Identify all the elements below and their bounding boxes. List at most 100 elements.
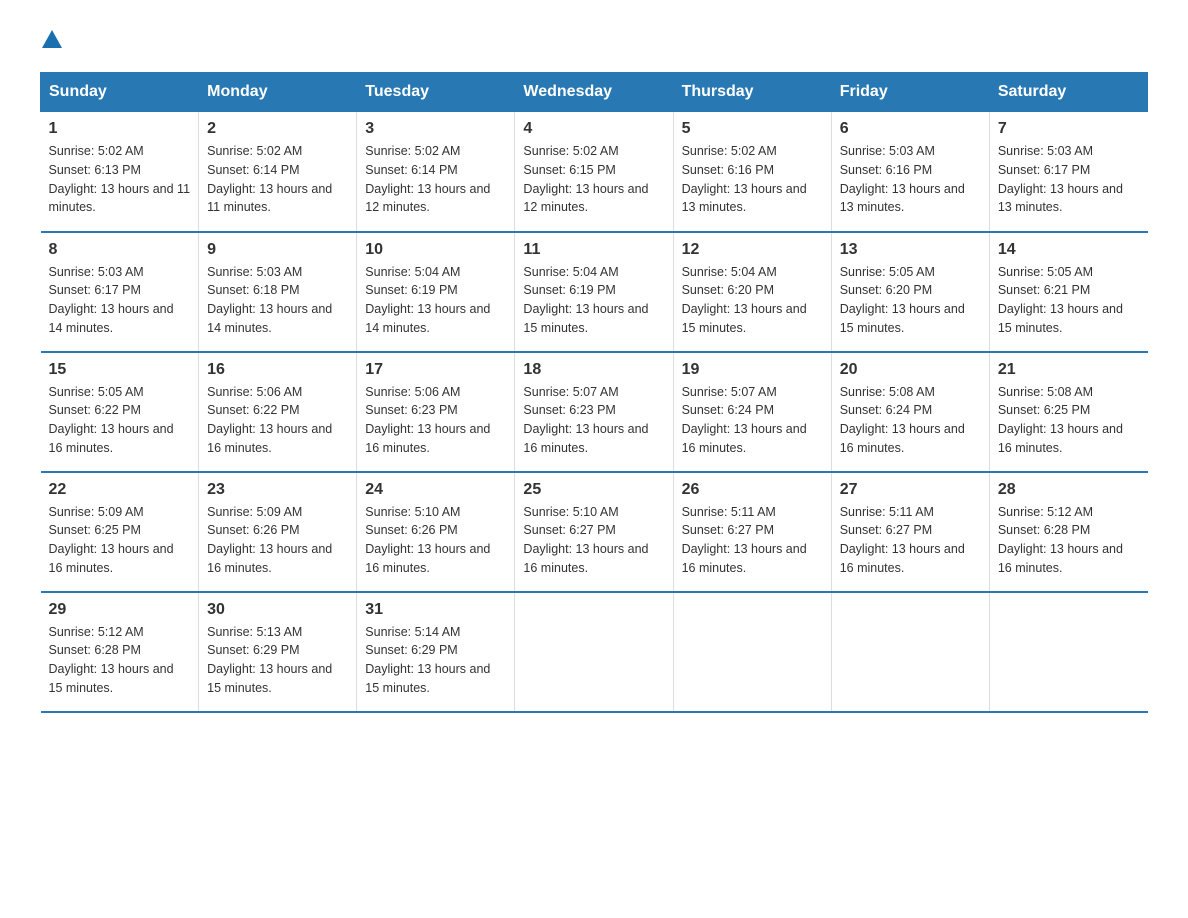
weekday-header-thursday: Thursday — [673, 73, 831, 112]
day-number: 14 — [998, 241, 1140, 259]
logo — [40, 30, 62, 52]
page-header — [40, 30, 1148, 52]
calendar-cell: 6 Sunrise: 5:03 AM Sunset: 6:16 PM Dayli… — [831, 112, 989, 232]
calendar-cell: 24 Sunrise: 5:10 AM Sunset: 6:26 PM Dayl… — [357, 472, 515, 592]
day-number: 30 — [207, 601, 348, 619]
calendar-cell: 28 Sunrise: 5:12 AM Sunset: 6:28 PM Dayl… — [989, 472, 1147, 592]
day-number: 8 — [49, 241, 191, 259]
day-number: 16 — [207, 361, 348, 379]
day-number: 28 — [998, 481, 1140, 499]
calendar-cell: 11 Sunrise: 5:04 AM Sunset: 6:19 PM Dayl… — [515, 232, 673, 352]
calendar-cell: 30 Sunrise: 5:13 AM Sunset: 6:29 PM Dayl… — [199, 592, 357, 712]
day-number: 3 — [365, 120, 506, 138]
calendar-cell: 25 Sunrise: 5:10 AM Sunset: 6:27 PM Dayl… — [515, 472, 673, 592]
day-info: Sunrise: 5:11 AM Sunset: 6:27 PM Dayligh… — [840, 503, 981, 578]
day-info: Sunrise: 5:02 AM Sunset: 6:16 PM Dayligh… — [682, 142, 823, 217]
day-number: 13 — [840, 241, 981, 259]
weekday-header-friday: Friday — [831, 73, 989, 112]
day-number: 12 — [682, 241, 823, 259]
calendar-cell: 5 Sunrise: 5:02 AM Sunset: 6:16 PM Dayli… — [673, 112, 831, 232]
calendar-cell — [831, 592, 989, 712]
calendar-cell: 7 Sunrise: 5:03 AM Sunset: 6:17 PM Dayli… — [989, 112, 1147, 232]
calendar-cell: 26 Sunrise: 5:11 AM Sunset: 6:27 PM Dayl… — [673, 472, 831, 592]
day-number: 25 — [523, 481, 664, 499]
day-info: Sunrise: 5:05 AM Sunset: 6:22 PM Dayligh… — [49, 383, 191, 458]
day-number: 26 — [682, 481, 823, 499]
day-info: Sunrise: 5:11 AM Sunset: 6:27 PM Dayligh… — [682, 503, 823, 578]
weekday-header-sunday: Sunday — [41, 73, 199, 112]
calendar-cell — [989, 592, 1147, 712]
day-info: Sunrise: 5:03 AM Sunset: 6:17 PM Dayligh… — [49, 263, 191, 338]
logo-triangle-icon — [42, 30, 62, 48]
day-info: Sunrise: 5:07 AM Sunset: 6:24 PM Dayligh… — [682, 383, 823, 458]
weekday-header-row: SundayMondayTuesdayWednesdayThursdayFrid… — [41, 73, 1148, 112]
day-number: 29 — [49, 601, 191, 619]
day-info: Sunrise: 5:08 AM Sunset: 6:24 PM Dayligh… — [840, 383, 981, 458]
calendar-cell: 18 Sunrise: 5:07 AM Sunset: 6:23 PM Dayl… — [515, 352, 673, 472]
day-info: Sunrise: 5:08 AM Sunset: 6:25 PM Dayligh… — [998, 383, 1140, 458]
calendar-week-5: 29 Sunrise: 5:12 AM Sunset: 6:28 PM Dayl… — [41, 592, 1148, 712]
day-number: 7 — [998, 120, 1140, 138]
day-info: Sunrise: 5:09 AM Sunset: 6:26 PM Dayligh… — [207, 503, 348, 578]
calendar-cell: 3 Sunrise: 5:02 AM Sunset: 6:14 PM Dayli… — [357, 112, 515, 232]
day-info: Sunrise: 5:02 AM Sunset: 6:13 PM Dayligh… — [49, 142, 191, 217]
day-info: Sunrise: 5:05 AM Sunset: 6:20 PM Dayligh… — [840, 263, 981, 338]
day-number: 22 — [49, 481, 191, 499]
calendar-week-2: 8 Sunrise: 5:03 AM Sunset: 6:17 PM Dayli… — [41, 232, 1148, 352]
day-info: Sunrise: 5:12 AM Sunset: 6:28 PM Dayligh… — [49, 623, 191, 698]
day-number: 24 — [365, 481, 506, 499]
day-number: 17 — [365, 361, 506, 379]
day-info: Sunrise: 5:04 AM Sunset: 6:20 PM Dayligh… — [682, 263, 823, 338]
calendar-cell: 12 Sunrise: 5:04 AM Sunset: 6:20 PM Dayl… — [673, 232, 831, 352]
calendar-cell: 31 Sunrise: 5:14 AM Sunset: 6:29 PM Dayl… — [357, 592, 515, 712]
day-info: Sunrise: 5:02 AM Sunset: 6:14 PM Dayligh… — [365, 142, 506, 217]
weekday-header-saturday: Saturday — [989, 73, 1147, 112]
day-info: Sunrise: 5:07 AM Sunset: 6:23 PM Dayligh… — [523, 383, 664, 458]
calendar-cell — [673, 592, 831, 712]
day-number: 9 — [207, 241, 348, 259]
day-info: Sunrise: 5:10 AM Sunset: 6:26 PM Dayligh… — [365, 503, 506, 578]
calendar-cell: 29 Sunrise: 5:12 AM Sunset: 6:28 PM Dayl… — [41, 592, 199, 712]
day-info: Sunrise: 5:02 AM Sunset: 6:15 PM Dayligh… — [523, 142, 664, 217]
calendar-cell: 4 Sunrise: 5:02 AM Sunset: 6:15 PM Dayli… — [515, 112, 673, 232]
day-info: Sunrise: 5:03 AM Sunset: 6:17 PM Dayligh… — [998, 142, 1140, 217]
day-number: 10 — [365, 241, 506, 259]
day-number: 1 — [49, 120, 191, 138]
calendar-week-4: 22 Sunrise: 5:09 AM Sunset: 6:25 PM Dayl… — [41, 472, 1148, 592]
day-number: 31 — [365, 601, 506, 619]
calendar-table: SundayMondayTuesdayWednesdayThursdayFrid… — [40, 72, 1148, 713]
weekday-header-wednesday: Wednesday — [515, 73, 673, 112]
day-info: Sunrise: 5:02 AM Sunset: 6:14 PM Dayligh… — [207, 142, 348, 217]
day-number: 6 — [840, 120, 981, 138]
calendar-cell: 21 Sunrise: 5:08 AM Sunset: 6:25 PM Dayl… — [989, 352, 1147, 472]
weekday-header-tuesday: Tuesday — [357, 73, 515, 112]
day-info: Sunrise: 5:05 AM Sunset: 6:21 PM Dayligh… — [998, 263, 1140, 338]
calendar-cell: 10 Sunrise: 5:04 AM Sunset: 6:19 PM Dayl… — [357, 232, 515, 352]
calendar-cell: 17 Sunrise: 5:06 AM Sunset: 6:23 PM Dayl… — [357, 352, 515, 472]
calendar-cell: 27 Sunrise: 5:11 AM Sunset: 6:27 PM Dayl… — [831, 472, 989, 592]
day-info: Sunrise: 5:12 AM Sunset: 6:28 PM Dayligh… — [998, 503, 1140, 578]
calendar-cell: 9 Sunrise: 5:03 AM Sunset: 6:18 PM Dayli… — [199, 232, 357, 352]
day-info: Sunrise: 5:04 AM Sunset: 6:19 PM Dayligh… — [365, 263, 506, 338]
day-number: 21 — [998, 361, 1140, 379]
calendar-cell: 22 Sunrise: 5:09 AM Sunset: 6:25 PM Dayl… — [41, 472, 199, 592]
calendar-cell: 8 Sunrise: 5:03 AM Sunset: 6:17 PM Dayli… — [41, 232, 199, 352]
calendar-cell: 19 Sunrise: 5:07 AM Sunset: 6:24 PM Dayl… — [673, 352, 831, 472]
day-info: Sunrise: 5:13 AM Sunset: 6:29 PM Dayligh… — [207, 623, 348, 698]
day-info: Sunrise: 5:09 AM Sunset: 6:25 PM Dayligh… — [49, 503, 191, 578]
day-number: 2 — [207, 120, 348, 138]
calendar-cell: 16 Sunrise: 5:06 AM Sunset: 6:22 PM Dayl… — [199, 352, 357, 472]
calendar-cell: 2 Sunrise: 5:02 AM Sunset: 6:14 PM Dayli… — [199, 112, 357, 232]
day-number: 11 — [523, 241, 664, 259]
calendar-week-1: 1 Sunrise: 5:02 AM Sunset: 6:13 PM Dayli… — [41, 112, 1148, 232]
day-info: Sunrise: 5:03 AM Sunset: 6:18 PM Dayligh… — [207, 263, 348, 338]
day-info: Sunrise: 5:10 AM Sunset: 6:27 PM Dayligh… — [523, 503, 664, 578]
day-info: Sunrise: 5:14 AM Sunset: 6:29 PM Dayligh… — [365, 623, 506, 698]
calendar-cell: 14 Sunrise: 5:05 AM Sunset: 6:21 PM Dayl… — [989, 232, 1147, 352]
day-number: 4 — [523, 120, 664, 138]
day-number: 23 — [207, 481, 348, 499]
day-number: 27 — [840, 481, 981, 499]
day-number: 15 — [49, 361, 191, 379]
day-number: 18 — [523, 361, 664, 379]
day-number: 5 — [682, 120, 823, 138]
